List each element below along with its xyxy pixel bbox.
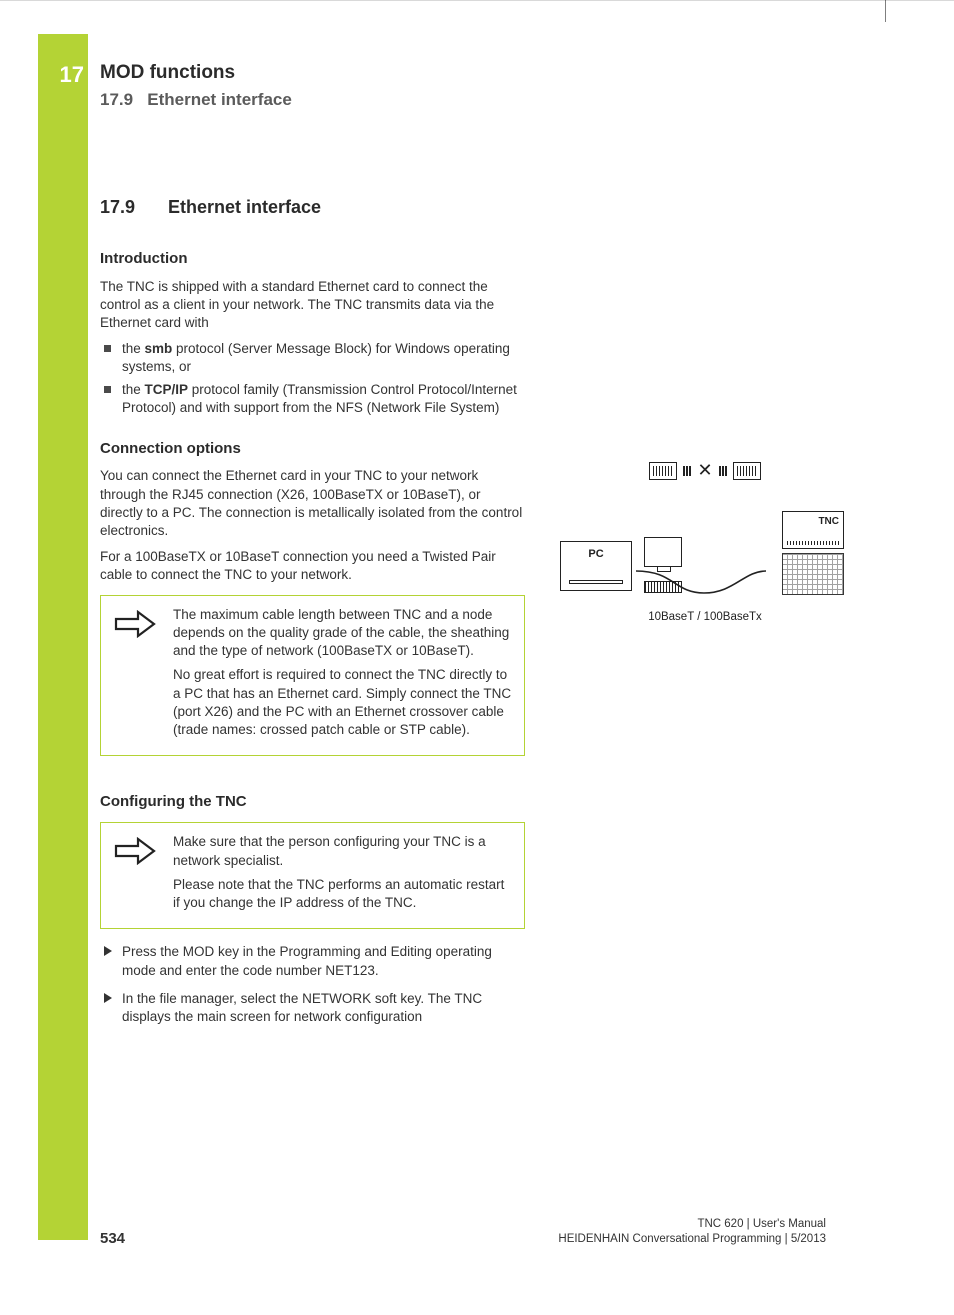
header-subtitle-num: 17.9 <box>100 90 133 109</box>
tnc-unit-icon: TNC <box>778 511 850 601</box>
section-number: 17.9 <box>100 195 168 219</box>
content-column: 17.9Ethernet interface Introduction The … <box>100 195 525 1036</box>
cross-icon: ✕ <box>697 460 712 481</box>
pc-icon: PC <box>560 541 632 591</box>
arrow-icon <box>113 833 157 918</box>
section-heading: 17.9Ethernet interface <box>100 195 525 219</box>
rj45-plug-icon <box>733 462 761 480</box>
page-number: 534 <box>100 1230 125 1247</box>
arrow-icon <box>113 606 157 746</box>
chapter-tab <box>38 34 88 1240</box>
page-footer: 534 TNC 620 | User's Manual HEIDENHAIN C… <box>100 1217 826 1247</box>
footer-meta: TNC 620 | User's Manual HEIDENHAIN Conve… <box>558 1217 826 1247</box>
note-box-config: Make sure that the person configuring yo… <box>100 822 525 929</box>
connection-heading: Connection options <box>100 439 525 459</box>
diagram-caption: 10BaseT / 100BaseTx <box>560 611 850 623</box>
config-steps: Press the MOD key in the Programming and… <box>100 943 525 1026</box>
crossover-forbidden-icon: ✕ <box>560 460 850 481</box>
step-item: In the file manager, select the NETWORK … <box>100 990 525 1026</box>
intro-paragraph: The TNC is shipped with a standard Ether… <box>100 278 525 333</box>
note-box-connection: The maximum cable length between TNC and… <box>100 595 525 757</box>
note-text: No great effort is required to connect t… <box>173 666 512 739</box>
note-text: The maximum cable length between TNC and… <box>173 606 512 661</box>
config-heading: Configuring the TNC <box>100 792 525 812</box>
step-item: Press the MOD key in the Programming and… <box>100 943 525 979</box>
section-title: Ethernet interface <box>168 197 321 217</box>
page: 17 MOD functions 17.9 Ethernet interface… <box>0 0 886 1315</box>
chapter-title: MOD functions <box>100 62 235 84</box>
header-subtitle: 17.9 Ethernet interface <box>100 90 292 110</box>
list-item: the smb protocol (Server Message Block) … <box>100 340 525 376</box>
list-item: the TCP/IP protocol family (Transmission… <box>100 381 525 417</box>
cable-icon <box>634 567 768 597</box>
note-text: Make sure that the person configuring yo… <box>173 833 512 869</box>
chapter-number: 17 <box>48 62 84 88</box>
rj45-plug-icon <box>649 462 677 480</box>
connection-diagram: ✕ PC TNC 10BaseT / 100BaseTx <box>560 460 850 621</box>
note-text: Please note that the TNC performs an aut… <box>173 876 512 912</box>
connection-paragraph-1: You can connect the Ethernet card in you… <box>100 467 525 540</box>
intro-bullet-list: the smb protocol (Server Message Block) … <box>100 340 525 417</box>
header-subtitle-text: Ethernet interface <box>147 90 292 109</box>
connection-paragraph-2: For a 100BaseTX or 10BaseT connection yo… <box>100 548 525 584</box>
intro-heading: Introduction <box>100 249 525 269</box>
